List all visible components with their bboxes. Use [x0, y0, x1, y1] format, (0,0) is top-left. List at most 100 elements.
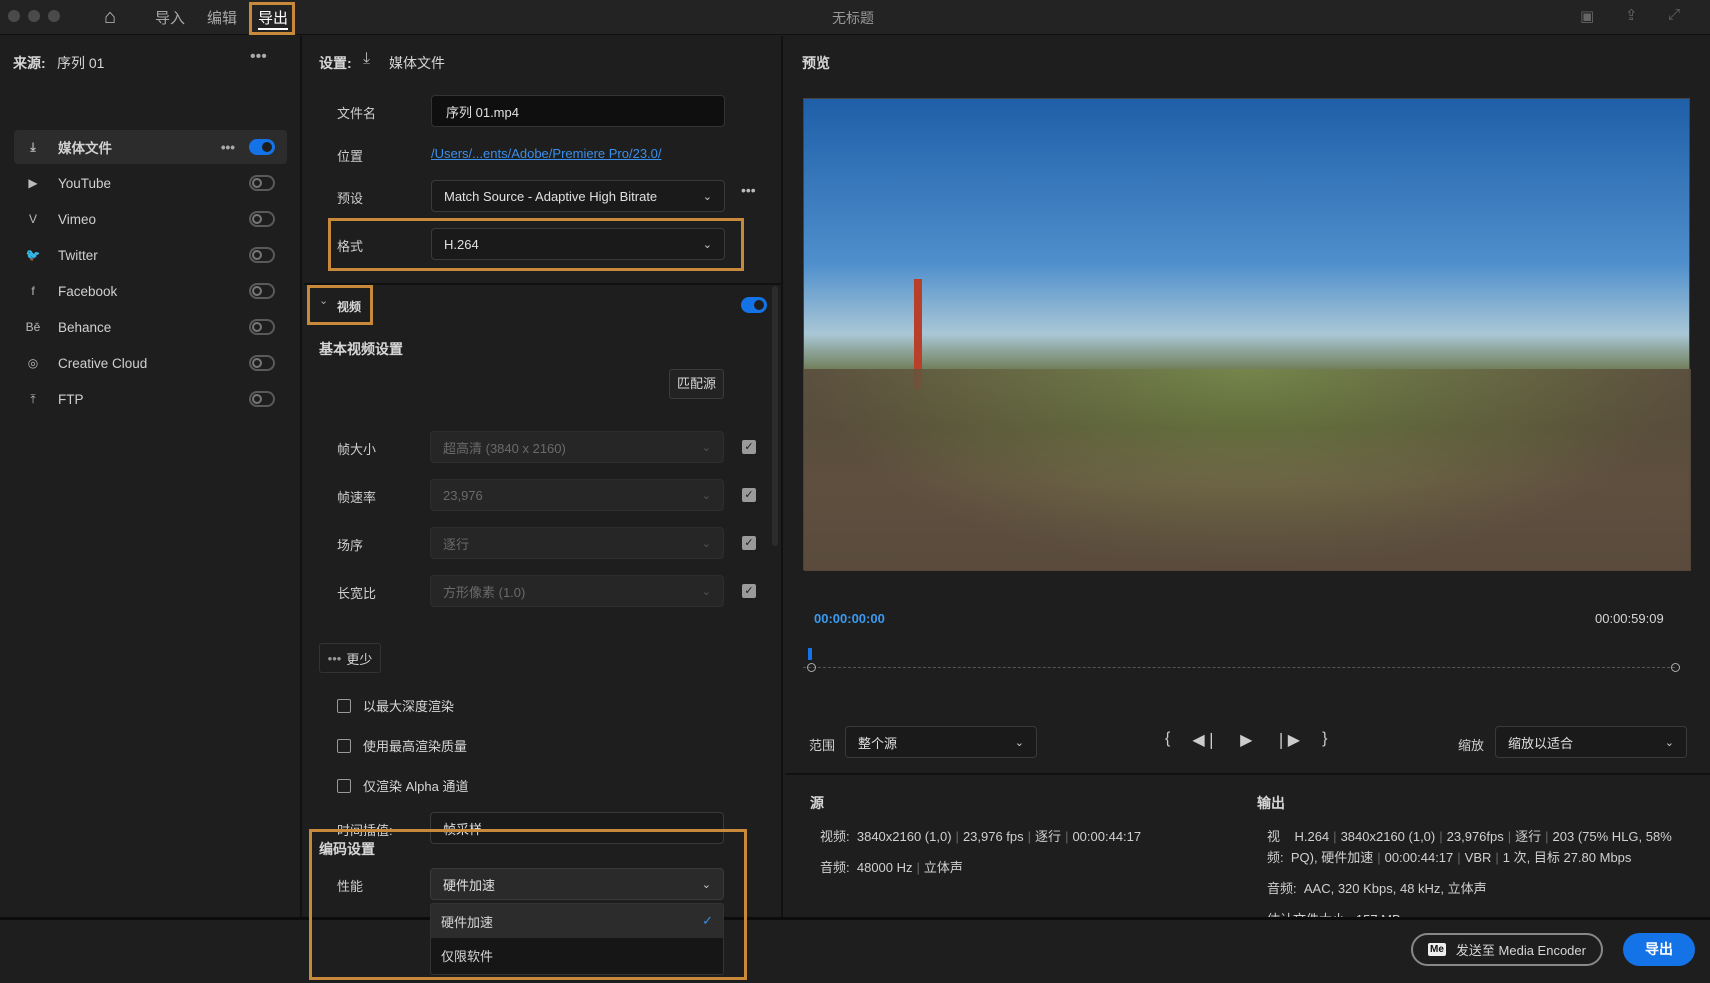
- media-encoder-icon: Me: [1428, 943, 1446, 956]
- source-label: 来源:: [13, 53, 46, 73]
- destination-label: FTP: [58, 392, 84, 407]
- frame_size-value: 超高清 (3840 x 2160): [443, 438, 566, 457]
- match-source-button[interactable]: 匹配源: [669, 369, 724, 399]
- destination-toggle[interactable]: [249, 175, 275, 191]
- destination-twitter[interactable]: 🐦Twitter: [14, 238, 287, 272]
- option-software[interactable]: 仅限软件: [431, 938, 723, 972]
- tab-edit[interactable]: 编辑: [207, 7, 237, 28]
- divider: [304, 283, 781, 285]
- scrollbar[interactable]: [772, 286, 778, 546]
- timeline-ruler[interactable]: [803, 646, 1675, 668]
- current-time[interactable]: 00:00:00:00: [814, 611, 885, 626]
- source-name: 序列 01: [57, 53, 104, 73]
- footer-bar: Me 发送至 Media Encoder 导出: [0, 917, 1710, 983]
- format-select[interactable]: H.264⌄: [431, 228, 725, 260]
- destination-toggle[interactable]: [249, 211, 275, 227]
- chevron-down-icon: ⌄: [702, 489, 711, 502]
- upload-icon: ⤒: [24, 390, 42, 408]
- option-hardware[interactable]: 硬件加速✓: [431, 904, 723, 938]
- location-link[interactable]: /Users/...ents/Adobe/Premiere Pro/23.0/: [431, 146, 662, 161]
- frame_rate-value: 23,976: [443, 488, 483, 503]
- set-in-icon[interactable]: {: [1165, 730, 1170, 750]
- destination-behance[interactable]: BēBehance: [14, 310, 287, 344]
- destination-creative-cloud[interactable]: ◎Creative Cloud: [14, 346, 287, 380]
- destination-toggle[interactable]: [249, 247, 275, 263]
- close-window-button[interactable]: [8, 10, 20, 22]
- format-value: H.264: [444, 237, 479, 252]
- chevron-down-icon: ⌄: [1665, 736, 1674, 749]
- destination-toggle[interactable]: [249, 139, 275, 155]
- aspect-checkbox[interactable]: ✓: [742, 584, 756, 598]
- frame_size-checkbox[interactable]: ✓: [742, 440, 756, 454]
- video-toggle[interactable]: [741, 297, 767, 313]
- field_order-checkbox[interactable]: ✓: [742, 536, 756, 550]
- tab-export[interactable]: 导出: [258, 7, 288, 30]
- destination-媒体文件[interactable]: ⤓媒体文件•••: [14, 130, 287, 164]
- step-back-icon[interactable]: ◀❘: [1192, 730, 1218, 750]
- destination-youtube[interactable]: ▶YouTube: [14, 166, 287, 200]
- value: 1 次, 目标 27.80 Mbps: [1503, 850, 1632, 865]
- export-button[interactable]: 导出: [1623, 933, 1695, 966]
- perf-label: 性能: [337, 876, 363, 895]
- frame_rate-select[interactable]: 23,976 ⌄: [430, 479, 724, 511]
- range-select[interactable]: 整个源⌄: [845, 726, 1037, 758]
- value: AAC, 320 Kbps, 48 kHz, 立体声: [1304, 881, 1487, 896]
- max-depth-checkbox[interactable]: 以最大深度渲染: [337, 696, 454, 715]
- preview-title: 预览: [802, 53, 830, 73]
- more-icon[interactable]: •••: [221, 140, 235, 155]
- filename-input[interactable]: 序列 01.mp4: [431, 95, 725, 127]
- checkbox-box: [337, 739, 351, 753]
- share-icon[interactable]: ⇪: [1625, 6, 1638, 24]
- aspect-select[interactable]: 方形像素 (1.0)⌄: [430, 575, 724, 607]
- destination-toggle[interactable]: [249, 319, 275, 335]
- max-quality-checkbox[interactable]: 使用最高渲染质量: [337, 736, 467, 755]
- destination-toggle[interactable]: [249, 283, 275, 299]
- preset-value: Match Source - Adaptive High Bitrate: [444, 189, 657, 204]
- destination-toggle[interactable]: [249, 355, 275, 371]
- range-value: 整个源: [858, 733, 897, 752]
- zoom-select[interactable]: 缩放以适合⌄: [1495, 726, 1687, 758]
- less-button[interactable]: •••更少: [319, 643, 381, 673]
- settings-target: 媒体文件: [389, 53, 445, 73]
- preset-more-button[interactable]: •••: [741, 182, 756, 198]
- out-point-handle[interactable]: [1671, 663, 1680, 672]
- preset-label: 预设: [337, 188, 363, 207]
- destination-toggle[interactable]: [249, 391, 275, 407]
- playhead[interactable]: [808, 648, 812, 660]
- chevron-down-icon[interactable]: ⌄: [319, 294, 328, 307]
- total-time: 00:00:59:09: [1595, 611, 1664, 626]
- creative-cloud-icon: ◎: [24, 354, 42, 372]
- less-label: 更少: [346, 649, 372, 668]
- workspace-icon[interactable]: ▣: [1580, 7, 1594, 25]
- maximize-window-button[interactable]: [48, 10, 60, 22]
- minimize-window-button[interactable]: [28, 10, 40, 22]
- value: 逐行: [1515, 829, 1541, 844]
- behance-icon: Bē: [24, 318, 42, 336]
- destinations-panel: 来源: 序列 01 ••• ⤓媒体文件•••▶YouTubeVVimeo🐦Twi…: [0, 36, 302, 917]
- youtube-icon: ▶: [24, 174, 42, 192]
- field_order-select[interactable]: 逐行⌄: [430, 527, 724, 559]
- preview-image: [803, 98, 1690, 570]
- frame_rate-checkbox[interactable]: ✓: [742, 488, 756, 502]
- source-more-button[interactable]: •••: [250, 48, 267, 66]
- home-icon[interactable]: ⌂: [104, 6, 116, 29]
- destination-label: Twitter: [58, 248, 98, 263]
- destination-facebook[interactable]: fFacebook: [14, 274, 287, 308]
- chevron-down-icon: ⌄: [702, 441, 711, 454]
- in-point-handle[interactable]: [807, 663, 816, 672]
- performance-select[interactable]: 硬件加速⌄: [430, 868, 724, 900]
- frame_size-select[interactable]: 超高清 (3840 x 2160) ⌄: [430, 431, 724, 463]
- button-label: 发送至 Media Encoder: [1456, 940, 1586, 959]
- step-forward-icon[interactable]: ❘▶: [1274, 730, 1300, 750]
- destination-vimeo[interactable]: VVimeo: [14, 202, 287, 236]
- fullscreen-icon[interactable]: ⤢: [1668, 6, 1680, 23]
- video-section-title[interactable]: 视频: [337, 298, 361, 315]
- alpha-only-checkbox[interactable]: 仅渲染 Alpha 通道: [337, 776, 468, 795]
- play-icon[interactable]: ▶: [1240, 730, 1252, 750]
- preset-select[interactable]: Match Source - Adaptive High Bitrate⌄: [431, 180, 725, 212]
- set-out-icon[interactable]: }: [1322, 730, 1327, 750]
- destination-ftp[interactable]: ⤒ FTP: [14, 382, 287, 416]
- send-to-media-encoder-button[interactable]: Me 发送至 Media Encoder: [1411, 933, 1603, 966]
- value: 48000 Hz: [857, 860, 913, 875]
- tab-import[interactable]: 导入: [155, 7, 185, 28]
